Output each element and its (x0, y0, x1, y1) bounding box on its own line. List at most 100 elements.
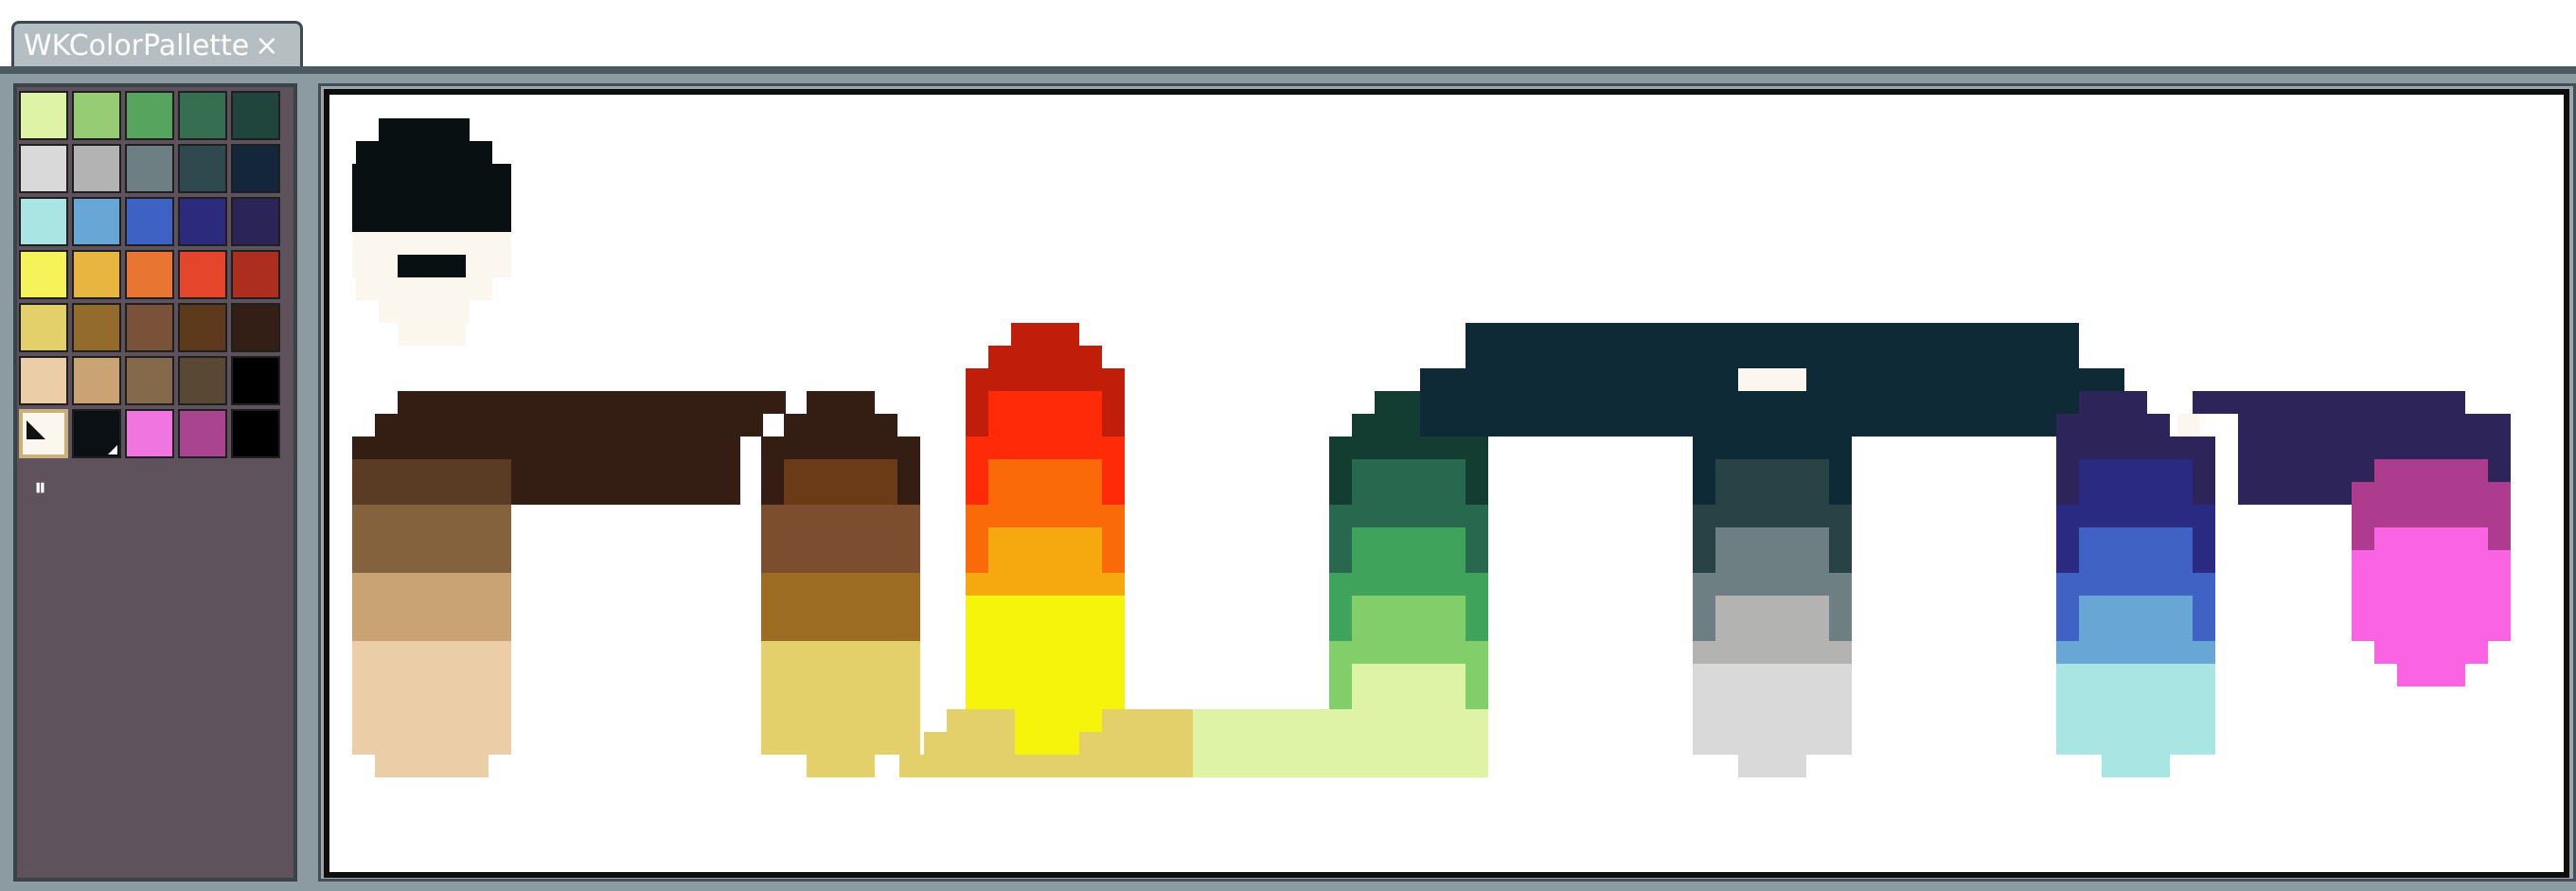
palette-swatch[interactable] (72, 197, 121, 246)
palette-swatch[interactable] (19, 409, 68, 458)
pink-sphere (2374, 641, 2488, 664)
cream-sphere (352, 255, 398, 277)
pink-sphere (2374, 527, 2488, 550)
fire-column (1011, 323, 1079, 346)
fire-column (988, 346, 1102, 368)
indigo-column (2079, 527, 2193, 573)
palette-swatch[interactable] (72, 144, 121, 193)
black-sphere (398, 255, 466, 277)
palette-swatch[interactable] (178, 144, 227, 193)
palette-swatch[interactable] (125, 144, 174, 193)
palette-swatch[interactable] (178, 250, 227, 299)
palette-swatch[interactable] (72, 356, 121, 405)
palette-swatch[interactable] (72, 303, 121, 352)
tab-bar: WKColorPallette × (0, 0, 2576, 68)
swatch-grid (19, 91, 292, 470)
palette-swatch[interactable] (231, 303, 280, 352)
palette-swatch[interactable] (19, 250, 68, 299)
palette-swatch[interactable] (231, 356, 280, 405)
palette-swatch[interactable] (125, 250, 174, 299)
cream-sphere (379, 300, 470, 323)
palette-swatch[interactable] (125, 356, 174, 405)
green-column (1352, 527, 1466, 573)
close-icon[interactable]: × (255, 31, 278, 61)
palette-swatch[interactable] (231, 197, 280, 246)
sand-blob (784, 732, 897, 755)
palette-swatch[interactable] (19, 144, 68, 193)
indigo-column (2079, 391, 2147, 414)
tab-title: WKColorPallette (24, 29, 250, 62)
palette-swatch[interactable] (125, 91, 174, 140)
pause-icon[interactable]: ⏸ (34, 473, 46, 503)
skin-blob (398, 755, 466, 777)
palette-swatch[interactable] (178, 197, 227, 246)
grey-blob (1738, 755, 1806, 777)
selected-swatch-marker (27, 420, 45, 439)
tab-wkcolorpallette[interactable]: WKColorPallette × (11, 21, 303, 68)
rust-column (784, 527, 897, 573)
rust-column (784, 459, 897, 505)
aqua-blob (2079, 732, 2193, 755)
palette-swatch[interactable] (231, 91, 280, 140)
sand-blob (807, 755, 875, 777)
brown-bar (398, 391, 786, 414)
brown-bar (375, 414, 763, 437)
drawing-canvas[interactable] (324, 89, 2569, 878)
bridge-notch (2177, 414, 2200, 437)
palette-swatch[interactable] (231, 409, 280, 458)
green-column (1352, 459, 1466, 505)
yellow-blob (966, 596, 1125, 709)
palette-swatch[interactable] (178, 303, 227, 352)
palette-swatch[interactable] (19, 303, 68, 352)
bridge-notch (1738, 368, 1806, 391)
rust-column (807, 391, 875, 414)
palette-swatch[interactable] (125, 197, 174, 246)
palette-swatch[interactable] (72, 91, 121, 140)
palette-swatch[interactable] (125, 303, 174, 352)
black-sphere (379, 118, 470, 141)
lime-blob (1352, 664, 1466, 709)
indigo-bar (2193, 391, 2465, 414)
tab-divider (0, 66, 2576, 74)
palette-swatch[interactable] (19, 91, 68, 140)
skin-blob (375, 732, 489, 755)
green-column (1352, 596, 1466, 641)
pink-sphere (2397, 664, 2465, 686)
sand-mound (924, 732, 1015, 755)
palette-swatch[interactable] (178, 409, 227, 458)
palette-swatch[interactable] (231, 144, 280, 193)
cream-sphere (466, 255, 511, 277)
secondary-color-marker (108, 445, 117, 454)
black-sphere (356, 141, 492, 164)
grey-column (1715, 596, 1829, 641)
cream-sphere (398, 323, 466, 346)
fire-column (988, 459, 1102, 505)
palette-swatch[interactable] (19, 197, 68, 246)
fire-column (988, 527, 1102, 573)
rust-column (784, 596, 897, 641)
cream-sphere (356, 277, 492, 300)
rust-column (784, 414, 897, 437)
aqua-blob (2102, 755, 2170, 777)
grey-blob (1715, 732, 1829, 755)
cream-sphere (352, 232, 511, 255)
palette-swatch[interactable] (72, 250, 121, 299)
indigo-column (2056, 414, 2170, 437)
indigo-column (2079, 596, 2193, 641)
indigo-column (2079, 459, 2193, 505)
palette-swatch[interactable] (231, 250, 280, 299)
palette-swatch[interactable] (178, 356, 227, 405)
pink-sphere (2374, 459, 2488, 482)
palette-swatch[interactable] (19, 356, 68, 405)
fire-column (988, 391, 1102, 437)
grey-column (1715, 391, 1784, 414)
brown-column (375, 596, 489, 641)
palette-swatch[interactable] (125, 409, 174, 458)
brown-column (375, 527, 489, 573)
lime-blob (1216, 755, 1443, 777)
palette-swatch[interactable] (178, 91, 227, 140)
yellow-blob (1011, 732, 1079, 755)
palette-swatch[interactable] (72, 409, 121, 458)
pixel-art (352, 118, 2511, 777)
pink-sphere (2352, 550, 2511, 641)
